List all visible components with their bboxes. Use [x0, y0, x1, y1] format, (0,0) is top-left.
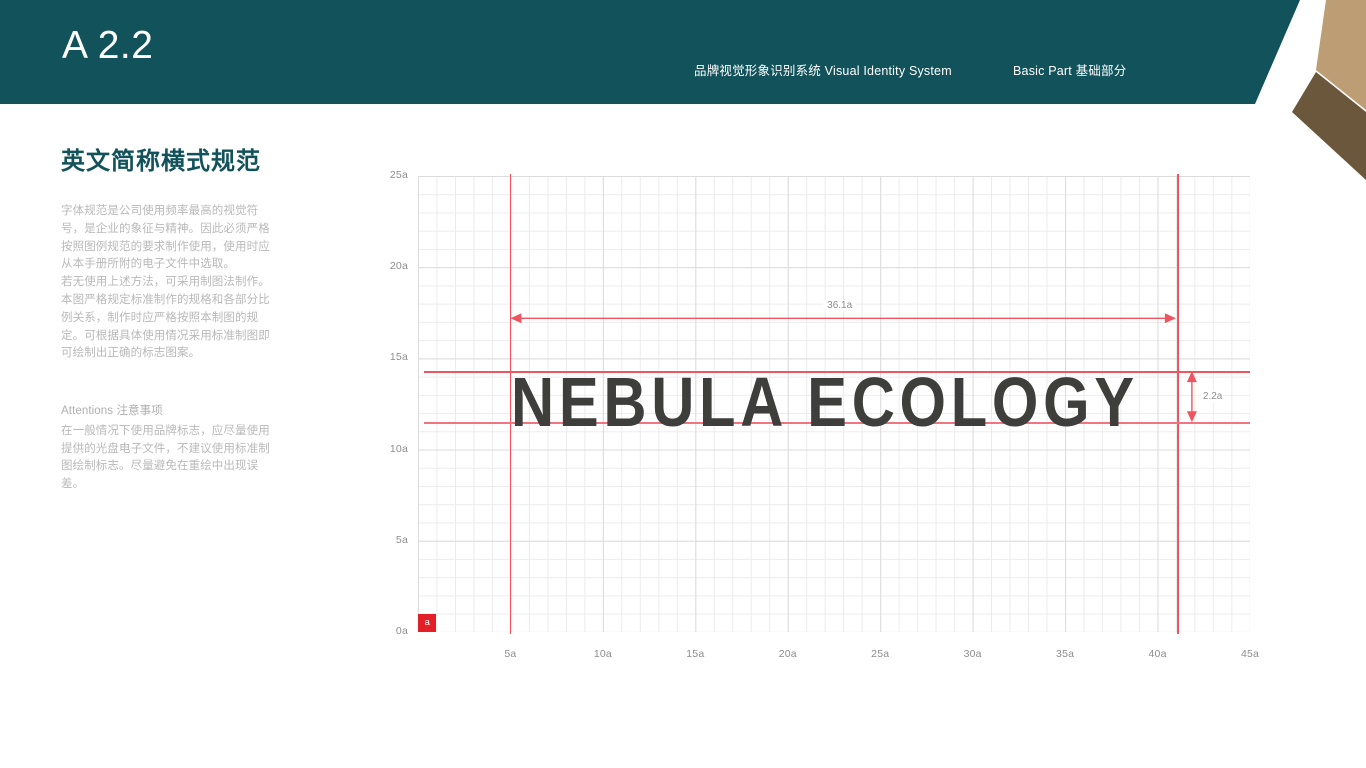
- y-axis-tick-5a: 5a: [395, 533, 408, 546]
- dimension-height-label: 2.2a: [1200, 389, 1225, 403]
- y-axis-tick-25a: 25a: [389, 169, 408, 181]
- x-axis-tick-15a: 15a: [686, 648, 705, 660]
- logo-wordmark: NEBULA ECOLOGY: [511, 363, 1140, 442]
- x-axis-tick-20a: 20a: [778, 648, 797, 660]
- page-code: A 2.2: [62, 24, 154, 67]
- x-axis-tick-10a: 10a: [593, 648, 612, 660]
- unit-square-a: a: [418, 613, 437, 632]
- x-axis-tick-40a: 40a: [1148, 648, 1167, 660]
- x-axis-tick-45a: 45a: [1240, 648, 1260, 660]
- header-system-title: 品牌视觉形象识别系统 Visual Identity System: [694, 64, 952, 78]
- y-axis-tick-0a: 0a: [395, 625, 408, 637]
- header-background: [0, 0, 1300, 104]
- header-section-title: Basic Part 基础部分: [1013, 64, 1127, 78]
- y-axis-tick-20a: 20a: [389, 260, 408, 273]
- construction-grid-diagram: NEBULA ECOLOGY a 36.1a 2.2a 0a 5a 10a 15a 20…: [390, 169, 1259, 660]
- section-description: 字体规范是公司使用频率最高的视觉符号，是企业的象征与精神。因此必须严格按照图例规…: [61, 203, 273, 363]
- page-header: A 2.2 品牌视觉形象识别系统 Visual Identity System …: [0, 0, 1366, 104]
- x-axis-tick-5a: 5a: [504, 648, 517, 660]
- y-axis-tick-10a: 10a: [389, 442, 408, 455]
- attentions-block: Attentions 注意事项 在一般情况下使用品牌标志，应尽量使用提供的光盘电…: [61, 403, 275, 494]
- attentions-heading: Attentions 注意事项: [61, 405, 163, 417]
- x-axis-tick-25a: 25a: [871, 648, 890, 660]
- guide-line-right: [1177, 174, 1179, 634]
- description-paragraph-2: 若无使用上述方法，可采用制图法制作。本图严格规定标准制作的规格和各部分比例关系，…: [61, 276, 270, 360]
- y-axis-tick-15a: 15a: [389, 351, 408, 364]
- x-axis-tick-30a: 30a: [963, 648, 982, 660]
- corner-chevron-decoration: [1250, 0, 1366, 180]
- x-axis-tick-35a: 35a: [1056, 648, 1075, 660]
- section-title: 英文简称横式规范: [61, 148, 261, 175]
- attentions-text: 在一般情况下使用品牌标志，应尽量使用提供的光盘电子文件，不建议使用标准制图绘制标…: [61, 424, 270, 491]
- description-paragraph-1: 字体规范是公司使用频率最高的视觉符号，是企业的象征与精神。因此必须严格按照图例规…: [61, 205, 270, 271]
- dimension-width-label: 36.1a: [823, 300, 857, 312]
